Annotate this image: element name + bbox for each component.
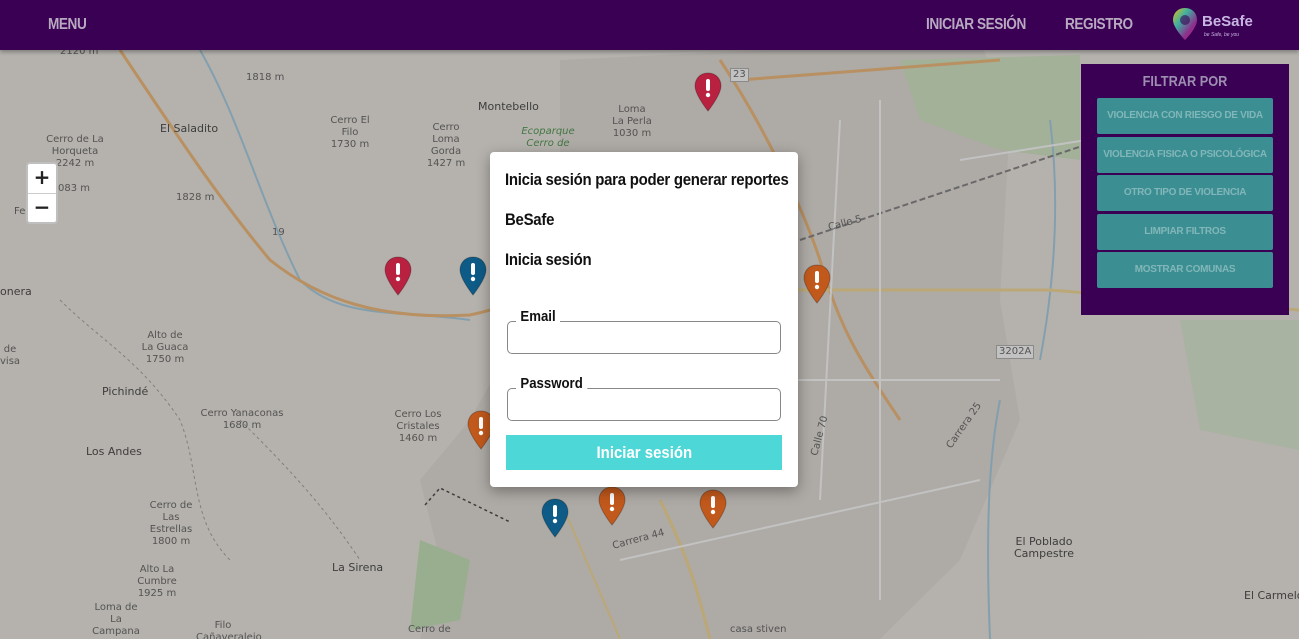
zoom-in-button[interactable]: + [28, 164, 56, 193]
besafe-logo[interactable]: BeSafe be Safe, be you [1170, 6, 1254, 44]
login-submit-label: Iniciar sesión [596, 443, 692, 462]
report-pin[interactable] [459, 256, 487, 296]
email-input[interactable] [508, 322, 780, 353]
alert-pin-icon [541, 498, 569, 538]
filter-panel: FILTRAR POR VIOLENCIA CON RIESGO DE VIDA… [1081, 64, 1289, 315]
alert-pin-icon [384, 256, 412, 296]
alert-pin-icon [699, 489, 727, 529]
email-field[interactable]: Email [507, 308, 781, 354]
filter-physical-psychological-button[interactable]: VIOLENCIA FISICA O PSICOLÓGICA [1097, 137, 1273, 173]
modal-brand: BeSafe [505, 210, 555, 229]
filter-life-risk-button[interactable]: VIOLENCIA CON RIESGO DE VIDA [1097, 98, 1273, 134]
filter-title: FILTRAR POR [1142, 73, 1228, 90]
menu-button[interactable]: MENU [48, 16, 87, 34]
zoom-control: + − [26, 162, 58, 224]
alert-pin-icon [694, 72, 722, 112]
zoom-out-button[interactable]: − [28, 193, 56, 222]
password-label: Password [516, 375, 588, 392]
login-link[interactable]: INICIAR SESIÓN [926, 16, 1026, 34]
modal-subheading: Inicia sesión [505, 250, 592, 269]
report-pin[interactable] [694, 72, 722, 112]
password-field[interactable]: Password [507, 375, 781, 421]
top-navbar: MENU INICIAR SESIÓN REGISTRO BeSafe be S… [0, 0, 1299, 50]
report-pin[interactable] [699, 489, 727, 529]
logo-tagline: be Safe, be you [1204, 32, 1240, 38]
login-submit-button[interactable]: Iniciar sesión [506, 435, 782, 470]
login-modal: Inicia sesión para poder generar reporte… [490, 152, 798, 487]
filter-other-violence-button[interactable]: OTRO TIPO DE VIOLENCIA [1097, 175, 1273, 211]
show-comunas-button[interactable]: MOSTRAR COMUNAS [1097, 252, 1273, 288]
report-pin[interactable] [541, 498, 569, 538]
report-pin[interactable] [598, 486, 626, 526]
register-link[interactable]: REGISTRO [1065, 16, 1133, 34]
clear-filters-button[interactable]: LIMPIAR FILTROS [1097, 214, 1273, 250]
logo-text: BeSafe [1202, 13, 1253, 30]
alert-pin-icon [459, 256, 487, 296]
email-label: Email [516, 308, 561, 325]
modal-heading: Inicia sesión para poder generar reporte… [505, 170, 789, 189]
logo-pin-icon [1173, 8, 1197, 40]
alert-pin-icon [598, 486, 626, 526]
password-input[interactable] [508, 389, 780, 420]
report-pin[interactable] [803, 264, 831, 304]
alert-pin-icon [803, 264, 831, 304]
report-pin[interactable] [384, 256, 412, 296]
